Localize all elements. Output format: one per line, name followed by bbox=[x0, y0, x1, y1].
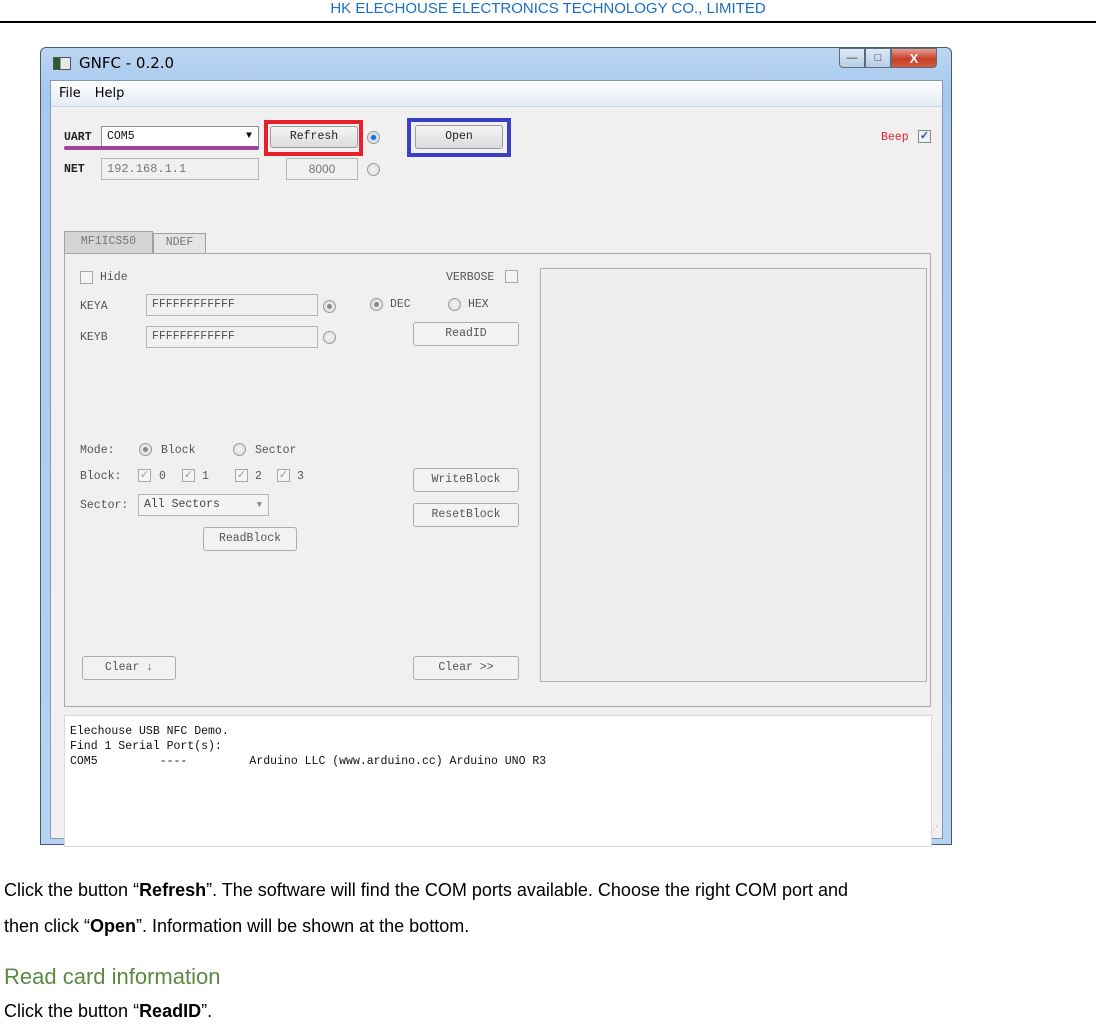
app-window: GNFC - 0.2.0 — □ X File Help UART COM5 ▼… bbox=[40, 47, 952, 847]
keyb-label: KEYB bbox=[80, 331, 108, 344]
uart-label: UART bbox=[64, 131, 92, 144]
keya-field[interactable]: FFFFFFFFFFFF bbox=[146, 294, 318, 316]
beep-label: Beep bbox=[881, 131, 909, 144]
clear-output-button[interactable]: Clear >> bbox=[413, 656, 519, 680]
client-area: File Help UART COM5 ▼ Refresh Open Beep … bbox=[50, 80, 943, 847]
readid-button[interactable]: ReadID bbox=[413, 322, 519, 346]
log-line: Elechouse USB NFC Demo. bbox=[70, 725, 229, 738]
block-label: Block: bbox=[80, 470, 122, 483]
log-line: COM5 ---- Arduino LLC (www.arduino.cc) A… bbox=[70, 755, 547, 768]
block-2-checkbox[interactable]: ✓ bbox=[235, 469, 248, 482]
log-line: Find 1 Serial Port(s): bbox=[70, 740, 222, 753]
uart-radio[interactable] bbox=[367, 131, 380, 144]
tab-panel-mf1ics50: Hide VERBOSE KEYA FFFFFFFFFFFF DEC HEX K… bbox=[64, 253, 931, 707]
net-radio[interactable] bbox=[367, 163, 380, 176]
header-rule bbox=[0, 21, 1096, 23]
block-0-label: 0 bbox=[159, 470, 166, 483]
mode-sector-radio[interactable] bbox=[233, 443, 246, 456]
readblock-button[interactable]: ReadBlock bbox=[203, 527, 297, 551]
mode-block-radio[interactable] bbox=[139, 443, 152, 456]
app-icon bbox=[53, 57, 71, 70]
writeblock-button[interactable]: WriteBlock bbox=[413, 468, 519, 492]
tab-mf1ics50[interactable]: MF1ICS50 bbox=[64, 231, 153, 253]
net-port-field[interactable]: 8000 bbox=[286, 158, 358, 180]
keya-label: KEYA bbox=[80, 300, 108, 313]
mode-label: Mode: bbox=[80, 444, 115, 457]
mode-sector-label: Sector bbox=[255, 444, 297, 457]
resetblock-button[interactable]: ResetBlock bbox=[413, 503, 519, 527]
hide-label: Hide bbox=[100, 271, 128, 284]
text: Click the button “ bbox=[4, 880, 140, 900]
clear-log-button[interactable]: Clear ↓ bbox=[82, 656, 176, 680]
open-highlight-annotation bbox=[407, 118, 511, 157]
dec-radio[interactable] bbox=[370, 298, 383, 311]
uart-port-select[interactable]: COM5 ▼ bbox=[101, 126, 259, 147]
menu-help[interactable]: Help bbox=[95, 86, 125, 101]
instruction-paragraph-1-line2: then click “Open”. Information will be s… bbox=[4, 916, 469, 937]
resize-grip-icon[interactable]: ⋰ bbox=[930, 825, 938, 834]
log-console[interactable]: Elechouse USB NFC Demo. Find 1 Serial Po… bbox=[64, 715, 932, 847]
beep-checkbox[interactable]: ✓ bbox=[918, 130, 931, 143]
hex-label: HEX bbox=[468, 298, 489, 311]
keya-radio[interactable] bbox=[323, 300, 336, 313]
chevron-down-icon: ▼ bbox=[245, 131, 252, 142]
instruction-paragraph-1: Click the button “Refresh”. The software… bbox=[4, 880, 848, 901]
menu-file[interactable]: File bbox=[59, 86, 81, 101]
text: ”. Information will be shown at the bott… bbox=[136, 916, 470, 936]
sector-label: Sector: bbox=[80, 499, 129, 512]
close-button[interactable]: X bbox=[891, 48, 937, 68]
text: Click the button “ bbox=[4, 1001, 140, 1021]
block-2-label: 2 bbox=[255, 470, 262, 483]
uart-port-value: COM5 bbox=[107, 130, 135, 143]
block-3-label: 3 bbox=[297, 470, 304, 483]
keyb-field[interactable]: FFFFFFFFFFFF bbox=[146, 326, 318, 348]
title-bar[interactable]: GNFC - 0.2.0 — □ X bbox=[41, 48, 951, 80]
window-title: GNFC - 0.2.0 bbox=[79, 54, 175, 72]
menu-bar: File Help bbox=[51, 81, 942, 107]
hex-radio[interactable] bbox=[448, 298, 461, 311]
uart-underline-annotation bbox=[64, 146, 259, 150]
section-title: Read card information bbox=[4, 964, 221, 989]
text: ”. The software will find the COM ports … bbox=[206, 880, 849, 900]
verbose-label: VERBOSE bbox=[446, 271, 495, 284]
bold-readid: ReadID bbox=[139, 1001, 202, 1021]
tab-ndef[interactable]: NDEF bbox=[153, 233, 206, 253]
net-label: NET bbox=[64, 163, 85, 176]
chevron-down-icon: ▼ bbox=[256, 500, 262, 510]
output-textbox[interactable] bbox=[540, 268, 927, 682]
block-1-label: 1 bbox=[202, 470, 209, 483]
maximize-button[interactable]: □ bbox=[865, 48, 891, 68]
instruction-paragraph-2: Click the button “ReadID”. bbox=[4, 1001, 212, 1022]
keyb-radio[interactable] bbox=[323, 331, 336, 344]
block-1-checkbox[interactable]: ✓ bbox=[182, 469, 195, 482]
bold-refresh: Refresh bbox=[139, 880, 207, 900]
sector-select[interactable]: All Sectors ▼ bbox=[138, 494, 269, 516]
hide-checkbox[interactable] bbox=[80, 271, 93, 284]
bold-open: Open bbox=[90, 916, 137, 936]
net-ip-field[interactable]: 192.168.1.1 bbox=[101, 158, 259, 180]
minimize-button[interactable]: — bbox=[839, 48, 865, 68]
refresh-highlight-annotation bbox=[264, 120, 363, 156]
verbose-checkbox[interactable] bbox=[505, 270, 518, 283]
dec-label: DEC bbox=[390, 298, 411, 311]
block-3-checkbox[interactable]: ✓ bbox=[277, 469, 290, 482]
text: ”. bbox=[201, 1001, 213, 1021]
mode-block-label: Block bbox=[161, 444, 196, 457]
text: then click “ bbox=[4, 916, 91, 936]
block-0-checkbox[interactable]: ✓ bbox=[138, 469, 151, 482]
sector-select-value: All Sectors bbox=[144, 498, 220, 511]
